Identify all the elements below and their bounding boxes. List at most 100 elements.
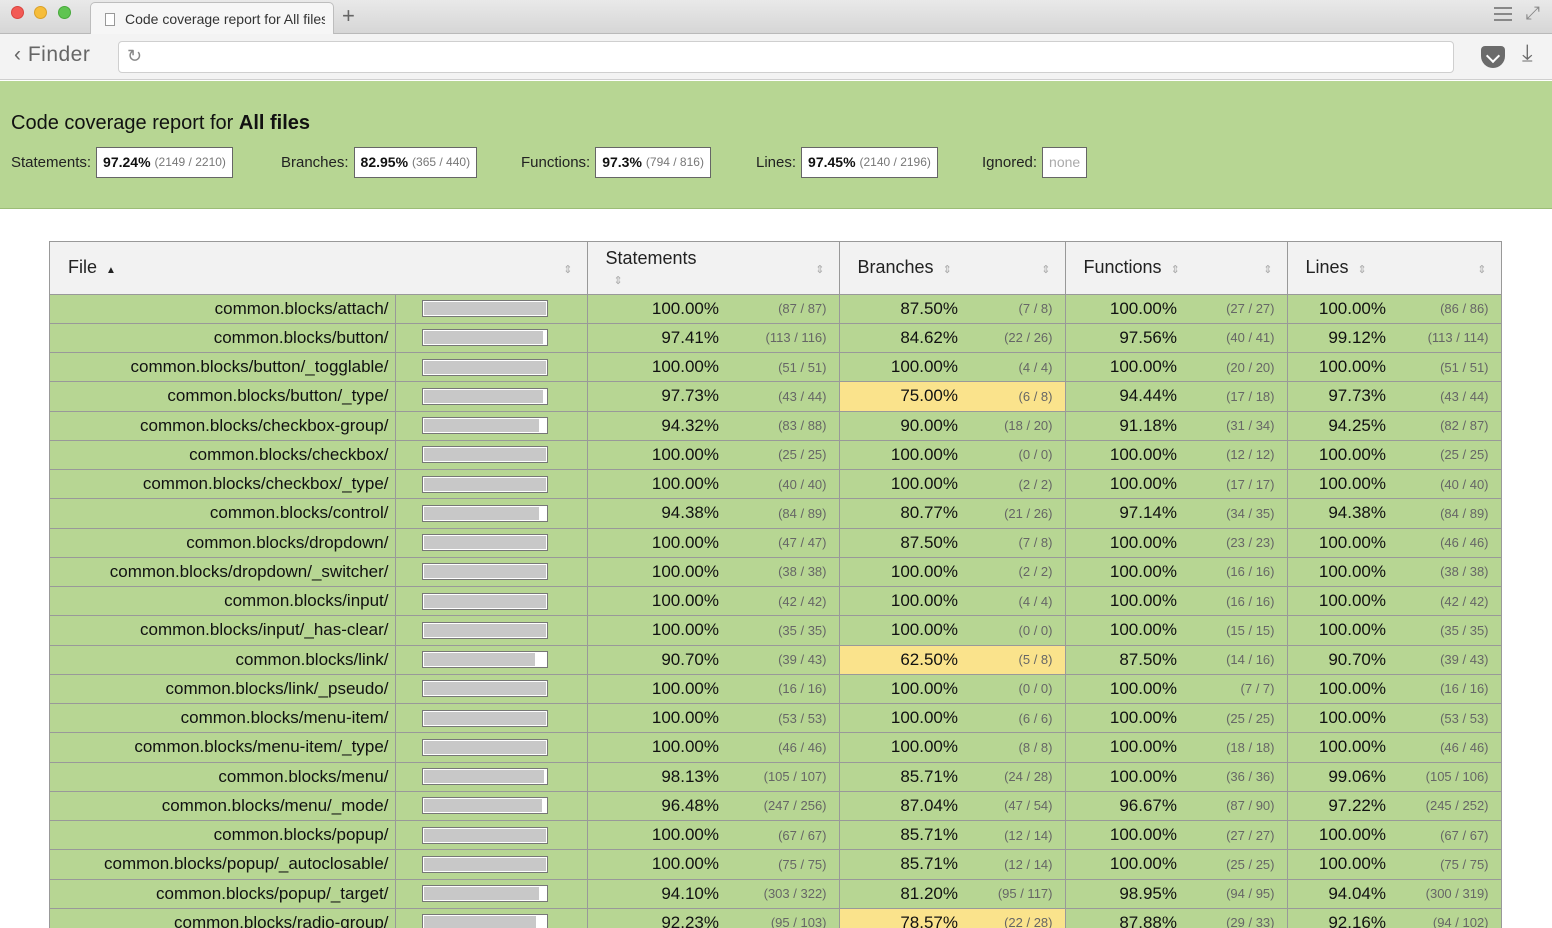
- table-row: common.blocks/link/90.70% (39 / 43) 62.50%…: [50, 645, 1501, 675]
- page-title: Code coverage report for All files: [11, 112, 310, 135]
- menu-icon[interactable]: [1494, 7, 1512, 21]
- branches-frac: (22 / 26): [966, 323, 1066, 354]
- reload-icon[interactable]: ↻: [127, 46, 142, 67]
- lines-frac: (105 / 106): [1394, 762, 1501, 792]
- pocket-icon[interactable]: [1481, 46, 1505, 68]
- coverage-bar-cell: [395, 323, 588, 354]
- column-header-file[interactable]: File ▲ ⇕: [50, 242, 588, 295]
- file-link[interactable]: common.blocks/menu-item/_type/: [50, 732, 396, 763]
- statements-pct: 94.32%: [587, 411, 727, 441]
- branches-pct: 87.04%: [839, 791, 966, 822]
- lines-pct: 100.00%: [1287, 820, 1394, 851]
- statements-pct: 96.48%: [587, 791, 727, 822]
- coverage-bar-fill: [423, 740, 546, 754]
- file-link[interactable]: common.blocks/checkbox-group/: [50, 411, 396, 441]
- functions-frac: (12 / 12): [1185, 440, 1288, 471]
- summary-ignored-value: none: [1049, 154, 1081, 170]
- lines-pct: 100.00%: [1287, 703, 1394, 734]
- lines-pct: 100.00%: [1287, 528, 1394, 558]
- summary-frac: (794 / 816): [645, 155, 704, 169]
- file-link[interactable]: common.blocks/checkbox/: [50, 440, 396, 471]
- functions-frac: (87 / 90): [1185, 791, 1288, 822]
- file-link[interactable]: common.blocks/dropdown/: [50, 528, 396, 558]
- statements-pct: 100.00%: [587, 294, 727, 324]
- window-titlebar: Code coverage report for All files + ⤢: [0, 0, 1552, 34]
- lines-frac: (84 / 89): [1394, 498, 1501, 529]
- coverage-bar: [421, 534, 548, 552]
- coverage-bar-fill: [423, 711, 546, 725]
- fullscreen-icon[interactable]: ⤢: [1526, 3, 1540, 24]
- file-link[interactable]: common.blocks/button/_type/: [50, 381, 396, 412]
- table-row: common.blocks/button/97.41% (113 / 116) 84…: [50, 323, 1501, 354]
- file-link[interactable]: common.blocks/popup/_autoclosable/: [50, 849, 396, 880]
- download-icon[interactable]: ⤓: [1522, 40, 1533, 68]
- title-scope: All files: [238, 112, 311, 134]
- functions-frac: (17 / 18): [1185, 381, 1288, 412]
- functions-frac: (17 / 17): [1185, 469, 1288, 500]
- summary-lines: Lines: 97.45% (2140 / 2196): [756, 146, 938, 178]
- coverage-bar-cell: [395, 469, 588, 500]
- functions-pct: 87.50%: [1065, 645, 1185, 675]
- statements-frac: (35 / 35): [727, 615, 840, 646]
- file-link[interactable]: common.blocks/popup/: [50, 820, 396, 851]
- minimize-window-button[interactable]: [34, 6, 47, 19]
- coverage-bar-fill: [423, 506, 539, 520]
- browser-tab[interactable]: Code coverage report for All files: [90, 2, 334, 34]
- file-link[interactable]: common.blocks/button/_togglable/: [50, 352, 396, 383]
- column-header-functions[interactable]: Functions ⇕ ⇕: [1065, 242, 1288, 295]
- file-link[interactable]: common.blocks/link/: [50, 645, 396, 675]
- statements-frac: (113 / 116): [727, 323, 840, 354]
- lines-pct: 100.00%: [1287, 469, 1394, 500]
- column-header-statements[interactable]: Statements ⇕ ⇕: [587, 242, 840, 295]
- file-link[interactable]: common.blocks/radio-group/: [50, 908, 396, 928]
- file-link[interactable]: common.blocks/button/: [50, 323, 396, 354]
- zoom-window-button[interactable]: [58, 6, 71, 19]
- column-header-lines[interactable]: Lines ⇕ ⇕: [1287, 242, 1501, 295]
- coverage-bar-fill: [423, 799, 542, 813]
- file-link[interactable]: common.blocks/menu/_mode/: [50, 791, 396, 822]
- functions-frac: (27 / 27): [1185, 294, 1288, 324]
- coverage-bar-cell: [395, 352, 588, 383]
- functions-frac: (25 / 25): [1185, 703, 1288, 734]
- file-link[interactable]: common.blocks/input/_has-clear/: [50, 615, 396, 646]
- coverage-bar: [421, 358, 548, 376]
- file-link[interactable]: common.blocks/popup/_target/: [50, 879, 396, 909]
- coverage-bar-fill: [423, 887, 539, 901]
- lines-frac: (16 / 16): [1394, 674, 1501, 705]
- back-button[interactable]: ‹ Finder: [14, 43, 90, 67]
- branches-pct: 100.00%: [839, 352, 966, 383]
- address-bar[interactable]: ↻: [118, 41, 1454, 73]
- branches-frac: (0 / 0): [966, 674, 1066, 705]
- close-window-button[interactable]: [11, 6, 24, 19]
- coverage-bar-fill: [423, 828, 546, 842]
- column-header-branches[interactable]: Branches ⇕ ⇕: [839, 242, 1066, 295]
- file-link[interactable]: common.blocks/menu/: [50, 762, 396, 792]
- branches-frac: (12 / 14): [966, 820, 1066, 851]
- coverage-bar-cell: [395, 703, 588, 734]
- summary-label: Lines:: [756, 153, 797, 171]
- lines-pct: 97.73%: [1287, 381, 1394, 412]
- lines-frac: (94 / 102): [1394, 908, 1501, 928]
- file-link[interactable]: common.blocks/checkbox/_type/: [50, 469, 396, 500]
- file-link[interactable]: common.blocks/dropdown/_switcher/: [50, 557, 396, 588]
- file-link[interactable]: common.blocks/input/: [50, 586, 396, 617]
- summary-value-box: none: [1042, 146, 1088, 178]
- branches-frac: (6 / 8): [966, 381, 1066, 412]
- coverage-bar-fill: [423, 653, 535, 667]
- file-link[interactable]: common.blocks/menu-item/: [50, 703, 396, 734]
- file-link[interactable]: common.blocks/attach/: [50, 294, 396, 324]
- sort-icon: ⇕: [1263, 264, 1273, 276]
- coverage-bar-fill: [423, 448, 546, 462]
- coverage-bar: [421, 563, 548, 581]
- file-link[interactable]: common.blocks/link/_pseudo/: [50, 674, 396, 705]
- file-link[interactable]: common.blocks/control/: [50, 498, 396, 529]
- new-tab-button[interactable]: +: [342, 4, 355, 28]
- lines-frac: (67 / 67): [1394, 820, 1501, 851]
- coverage-bar: [421, 446, 548, 464]
- statements-pct: 100.00%: [587, 557, 727, 588]
- functions-pct: 100.00%: [1065, 762, 1185, 792]
- functions-pct: 100.00%: [1065, 294, 1185, 324]
- coverage-bar: [421, 709, 548, 727]
- functions-frac: (25 / 25): [1185, 849, 1288, 880]
- lines-frac: (82 / 87): [1394, 411, 1501, 441]
